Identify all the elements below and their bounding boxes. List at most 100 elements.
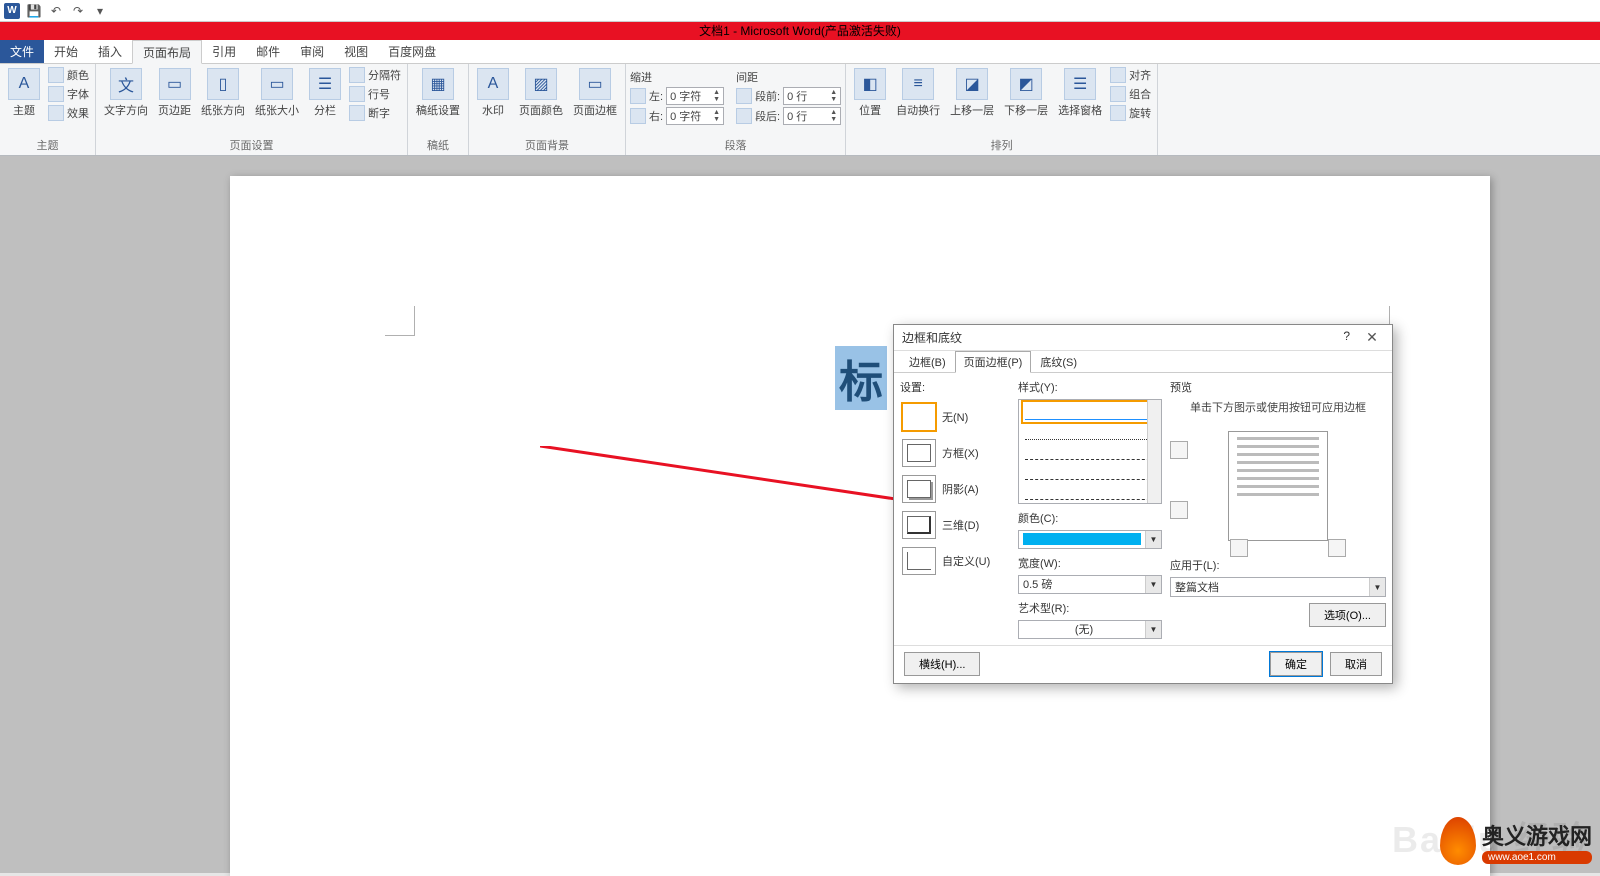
tab-review[interactable]: 审阅 xyxy=(290,40,334,63)
edge-top-button[interactable] xyxy=(1170,441,1188,459)
orientation-button[interactable]: ▯纸张方向 xyxy=(197,66,249,120)
apply-to-value: 整篇文档 xyxy=(1175,579,1219,595)
orientation-label: 纸张方向 xyxy=(201,102,245,118)
align-icon xyxy=(1110,67,1126,83)
style-dashed2[interactable] xyxy=(1025,464,1155,480)
columns-button[interactable]: ☰分栏 xyxy=(305,66,345,120)
lines-icon xyxy=(349,86,365,102)
breaks-button[interactable]: 分隔符 xyxy=(347,66,403,84)
space-after-spinner[interactable]: 0 行▲▼ xyxy=(783,107,841,125)
tab-file[interactable]: 文件 xyxy=(0,40,44,63)
dialog-tabs: 边框(B) 页面边框(P) 底纹(S) xyxy=(894,351,1392,373)
dialog-help-icon[interactable]: ? xyxy=(1343,329,1350,346)
wrap-text-button[interactable]: ≡自动换行 xyxy=(892,66,944,120)
tab-shading[interactable]: 底纹(S) xyxy=(1031,351,1086,372)
site-logo: 奥义游戏网 www.aoe1.com xyxy=(1440,817,1592,865)
page-color-button[interactable]: ▨页面颜色 xyxy=(515,66,567,120)
bring-forward-button[interactable]: ◪上移一层 xyxy=(946,66,998,120)
align-button[interactable]: 对齐 xyxy=(1108,66,1153,84)
tab-border[interactable]: 边框(B) xyxy=(900,351,955,372)
preview-page-icon[interactable] xyxy=(1228,431,1328,541)
cancel-button[interactable]: 取消 xyxy=(1330,652,1382,676)
effects-icon xyxy=(48,105,64,121)
tab-page-layout[interactable]: 页面布局 xyxy=(132,40,202,64)
tab-home[interactable]: 开始 xyxy=(44,40,88,63)
theme-fonts[interactable]: 字体 xyxy=(46,85,91,103)
edge-bottom-button[interactable] xyxy=(1170,501,1188,519)
setting-shadow[interactable]: 阴影(A) xyxy=(900,471,1010,507)
indent-right-label: 右: xyxy=(649,108,663,124)
art-combo[interactable]: (无)▼ xyxy=(1018,620,1162,639)
align-label: 对齐 xyxy=(1129,67,1151,83)
indent-right-value: 0 字符 xyxy=(670,108,701,124)
themes-button[interactable]: A主题 xyxy=(4,66,44,120)
space-before-spinner[interactable]: 0 行▲▼ xyxy=(783,87,841,105)
colors-icon xyxy=(48,67,64,83)
tab-page-border[interactable]: 页面边框(P) xyxy=(955,351,1032,373)
tab-view[interactable]: 视图 xyxy=(334,40,378,63)
dialog-close-icon[interactable]: ✕ xyxy=(1360,329,1384,346)
apply-to-combo[interactable]: 整篇文档▼ xyxy=(1170,577,1386,597)
qat-more-icon[interactable]: ▾ xyxy=(92,3,108,19)
page-border-button[interactable]: ▭页面边框 xyxy=(569,66,621,120)
theme-colors-label: 颜色 xyxy=(67,67,89,83)
line-numbers-button[interactable]: 行号 xyxy=(347,85,403,103)
style-dotted[interactable] xyxy=(1025,424,1155,440)
paper-settings-button[interactable]: ▦稿纸设置 xyxy=(412,66,464,120)
group-page-setup-label: 页面设置 xyxy=(100,137,403,155)
preview-label: 预览 xyxy=(1170,379,1386,395)
tab-baidu[interactable]: 百度网盘 xyxy=(378,40,446,63)
word-icon: W xyxy=(4,3,20,19)
style-scrollbar[interactable] xyxy=(1147,400,1161,503)
text-direction-label: 文字方向 xyxy=(104,102,148,118)
margins-button[interactable]: ▭页边距 xyxy=(154,66,195,120)
undo-icon[interactable]: ↶ xyxy=(48,3,64,19)
breaks-label: 分隔符 xyxy=(368,67,401,83)
setting-none[interactable]: 无(N) xyxy=(900,399,1010,435)
indent-right-spinner[interactable]: 0 字符▲▼ xyxy=(666,107,724,125)
hyphenation-button[interactable]: 断字 xyxy=(347,104,403,122)
send-backward-button[interactable]: ◩下移一层 xyxy=(1000,66,1052,120)
wrap-label: 自动换行 xyxy=(896,102,940,118)
position-button[interactable]: ◧位置 xyxy=(850,66,890,120)
setting-custom[interactable]: 自定义(U) xyxy=(900,543,1010,579)
save-icon[interactable]: 💾 xyxy=(26,3,42,19)
group-objects-button[interactable]: 组合 xyxy=(1108,85,1153,103)
space-before-icon xyxy=(736,88,752,104)
setting-shadow-label: 阴影(A) xyxy=(942,481,979,497)
themes-label: 主题 xyxy=(13,102,35,118)
size-button[interactable]: ▭纸张大小 xyxy=(251,66,303,120)
ribbon-tabs: 文件 开始 插入 页面布局 引用 邮件 审阅 视图 百度网盘 xyxy=(0,40,1600,64)
text-direction-button[interactable]: 文文字方向 xyxy=(100,66,152,120)
setting-box[interactable]: 方框(X) xyxy=(900,435,1010,471)
style-solid[interactable] xyxy=(1025,404,1155,420)
tab-mailings[interactable]: 邮件 xyxy=(246,40,290,63)
edge-left-button[interactable] xyxy=(1230,539,1248,557)
edge-right-button[interactable] xyxy=(1328,539,1346,557)
color-combo[interactable]: ▼ xyxy=(1018,530,1162,549)
group-paragraph-label: 段落 xyxy=(630,137,841,155)
rotate-button[interactable]: 旋转 xyxy=(1108,104,1153,122)
selection-pane-button[interactable]: ☰选择窗格 xyxy=(1054,66,1106,120)
width-combo[interactable]: 0.5 磅▼ xyxy=(1018,575,1162,594)
theme-effects[interactable]: 效果 xyxy=(46,104,91,122)
watermark-button[interactable]: A水印 xyxy=(473,66,513,120)
dialog-title-text: 边框和底纹 xyxy=(902,329,962,346)
hyphen-icon xyxy=(349,105,365,121)
style-listbox[interactable] xyxy=(1018,399,1162,504)
tab-references[interactable]: 引用 xyxy=(202,40,246,63)
preview-box xyxy=(1170,421,1386,551)
selected-text[interactable]: 标 xyxy=(835,346,887,410)
tab-insert[interactable]: 插入 xyxy=(88,40,132,63)
ok-button[interactable]: 确定 xyxy=(1270,652,1322,676)
style-dashed[interactable] xyxy=(1025,444,1155,460)
options-button[interactable]: 选项(O)... xyxy=(1309,603,1386,627)
setting-3d[interactable]: 三维(D) xyxy=(900,507,1010,543)
theme-colors[interactable]: 颜色 xyxy=(46,66,91,84)
horizontal-line-button[interactable]: 横线(H)... xyxy=(904,652,980,676)
redo-icon[interactable]: ↷ xyxy=(70,3,86,19)
indent-left-spinner[interactable]: 0 字符▲▼ xyxy=(666,87,724,105)
style-dashdot[interactable] xyxy=(1025,484,1155,500)
backward-label: 下移一层 xyxy=(1004,102,1048,118)
setting-box-label: 方框(X) xyxy=(942,445,979,461)
